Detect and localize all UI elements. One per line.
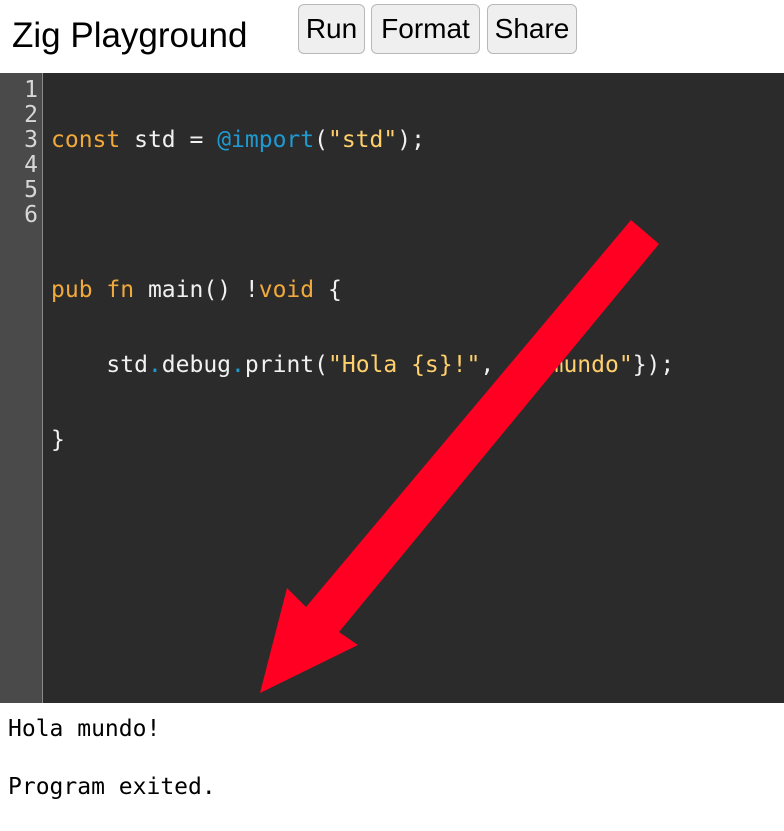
plain-token: std <box>51 352 148 378</box>
string-token: "std" <box>327 127 398 153</box>
operator-token: . <box>147 352 162 378</box>
plain-token: ); <box>397 127 425 153</box>
plain-token: print( <box>244 352 328 378</box>
string-token: "Hola {s}!" <box>328 352 481 378</box>
keyword-token: pub <box>51 277 93 303</box>
code-line-1: const std = @import("std"); <box>51 128 674 153</box>
line-number: 4 <box>24 152 38 178</box>
page-title: Zig Playground <box>12 16 248 55</box>
string-token: "mundo" <box>535 352 633 378</box>
code-line-5: } <box>51 428 674 453</box>
format-button[interactable]: Format <box>371 4 480 54</box>
plain-token: }); <box>632 352 675 378</box>
plain-token: ( <box>314 127 328 153</box>
plain-token: main() ! <box>134 277 259 303</box>
share-button[interactable]: Share <box>487 4 577 54</box>
code-text[interactable]: const std = @import("std"); pub fn main(… <box>51 78 674 578</box>
plain-token: { <box>314 277 342 303</box>
plain-token: std = <box>120 127 218 153</box>
plain-token: } <box>51 427 65 453</box>
plain-token: debug <box>161 352 232 378</box>
keyword-token: fn <box>106 277 135 303</box>
output-line: Program exited. <box>8 774 216 800</box>
code-editor[interactable]: 1 2 3 4 5 6 const std = @import("std"); … <box>0 73 784 703</box>
line-number-gutter: 1 2 3 4 5 6 <box>0 73 43 703</box>
output-line: Hola mundo! <box>8 716 161 742</box>
run-button[interactable]: Run <box>298 4 365 54</box>
keyword-token: void <box>258 277 315 303</box>
code-line-4: std.debug.print("Hola {s}!", .{"mundo"})… <box>51 353 674 378</box>
line-number: 2 <box>24 102 38 128</box>
plain-token: { <box>521 352 536 378</box>
plain-token: , <box>480 352 509 378</box>
operator-token: . <box>508 352 522 378</box>
operator-token: . <box>231 352 245 378</box>
output-panel: Hola mundo! Program exited. <box>0 703 784 831</box>
line-number: 1 <box>24 77 38 103</box>
line-number: 5 <box>24 177 38 203</box>
keyword-token: const <box>51 127 121 153</box>
builtin-token: @import <box>217 127 315 153</box>
line-number: 3 <box>24 127 38 153</box>
toolbar: Zig Playground Run Format Share <box>0 0 784 73</box>
code-line-3: pub fn main() !void { <box>51 278 674 303</box>
line-number: 6 <box>24 202 38 228</box>
